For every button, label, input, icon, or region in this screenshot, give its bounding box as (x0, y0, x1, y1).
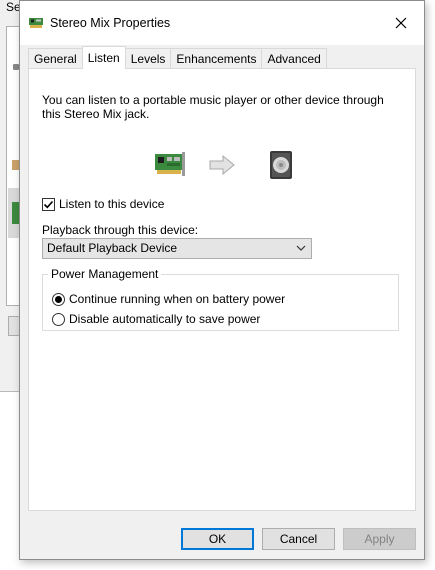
close-button[interactable] (378, 1, 424, 45)
ok-button[interactable]: OK (181, 528, 254, 550)
checkmark-icon (43, 200, 54, 208)
dialog-title: Stereo Mix Properties (50, 16, 171, 30)
continue-running-radio[interactable] (52, 292, 65, 306)
cancel-button[interactable]: Cancel (262, 528, 335, 550)
listen-to-device-checkbox-row[interactable]: Listen to this device (42, 197, 164, 211)
power-management-group: Power Management Continue running when o… (42, 267, 399, 331)
tab-enhancements[interactable]: Enhancements (170, 48, 263, 69)
close-icon (395, 17, 407, 29)
playback-device-value: Default Playback Device (47, 241, 178, 255)
tab-strip: General Listen Levels Enhancements Advan… (28, 46, 327, 69)
playback-device-label: Playback through this device: (42, 223, 199, 237)
radio-selected-dot (55, 295, 62, 303)
disable-automatically-label[interactable]: Disable automatically to save power (69, 312, 260, 326)
disable-automatically-option[interactable]: Disable automatically to save power (52, 312, 260, 326)
disable-automatically-radio[interactable] (52, 312, 65, 326)
tab-listen[interactable]: Listen (81, 46, 126, 69)
tab-levels[interactable]: Levels (124, 48, 172, 69)
continue-running-label[interactable]: Continue running when on battery power (69, 292, 285, 306)
power-management-title: Power Management (48, 267, 162, 281)
continue-running-option[interactable]: Continue running when on battery power (52, 292, 285, 306)
tab-general[interactable]: General (28, 48, 83, 69)
tab-advanced[interactable]: Advanced (261, 48, 327, 69)
playback-device-select[interactable]: Default Playback Device (42, 238, 312, 259)
sound-card-icon (29, 18, 43, 28)
listen-routing-graphic (155, 149, 295, 181)
sound-card-icon (155, 152, 185, 176)
listen-description: You can listen to a portable music playe… (42, 93, 384, 121)
apply-button[interactable]: Apply (343, 528, 416, 550)
title-bar[interactable]: Stereo Mix Properties (20, 1, 424, 45)
listen-tab-page: You can listen to a portable music playe… (28, 68, 416, 511)
arrow-right-icon (209, 154, 235, 176)
chevron-down-icon (296, 245, 306, 251)
speaker-icon (270, 151, 292, 179)
stereo-mix-properties-dialog: Stereo Mix Properties General Listen Lev… (19, 0, 425, 560)
listen-to-device-label[interactable]: Listen to this device (59, 197, 164, 211)
listen-to-device-checkbox[interactable] (42, 197, 55, 211)
